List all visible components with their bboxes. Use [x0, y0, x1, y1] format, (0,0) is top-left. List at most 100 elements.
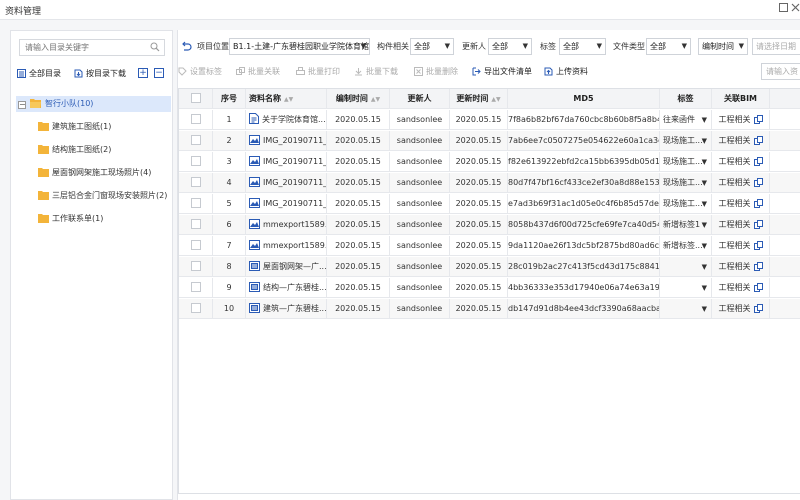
upload-button[interactable]: 上传资料: [544, 65, 588, 79]
cell-tag[interactable]: 新增标签1 ▼: [660, 215, 712, 235]
directory-search-input[interactable]: [20, 40, 140, 55]
table-row[interactable]: 8 屋面钢网架—广... 2020.05.15 sandsonlee 2020.05.1…: [179, 257, 800, 277]
row-checkbox[interactable]: [190, 282, 201, 292]
cell-name[interactable]: 结构—广东碧桂...: [246, 278, 327, 298]
table-row[interactable]: 5IMG_20190711_...2020.05.15sandsonlee202…: [179, 194, 800, 214]
select-all-checkbox[interactable]: [190, 93, 201, 103]
sort-field-select[interactable]: 编制时间 ▼: [698, 38, 748, 55]
cell-name[interactable]: IMG_20190711_...: [246, 173, 327, 193]
cell-md5: 80d7f47bf16cf433ce2ef30a8d88e153: [508, 173, 660, 193]
row-checkbox[interactable]: [190, 198, 201, 208]
cell-tag[interactable]: 现场施工... ▼: [660, 131, 712, 151]
cell-bim[interactable]: 工程相关: [712, 131, 770, 151]
row-checkbox[interactable]: [190, 219, 201, 229]
cell-bim[interactable]: 工程相关: [712, 257, 770, 277]
row-checkbox[interactable]: [190, 303, 201, 313]
table-row[interactable]: 3IMG_20190711_...2020.05.15sandsonlee202…: [179, 152, 800, 172]
link-icon[interactable]: [753, 301, 763, 319]
table-row[interactable]: 1 关于学院体育馆... 2020.05.15 sandsonlee 2020.05.1…: [179, 110, 800, 130]
directory-panel: 全部目录 按目录下载 + − − 智行小队(10) 建筑施工图纸(1) 结构施工图…: [10, 30, 173, 500]
row-checkbox[interactable]: [190, 177, 201, 187]
row-checkbox[interactable]: [190, 261, 201, 271]
tree-node[interactable]: 结构施工图纸(2): [38, 142, 111, 158]
cell-tag[interactable]: 现场施工... ▼: [660, 173, 712, 193]
cell-bim[interactable]: 工程相关: [712, 299, 770, 319]
cell-tag[interactable]: 新增标签... ▼: [660, 236, 712, 256]
cell-bim[interactable]: 工程相关: [712, 278, 770, 298]
batch-download-button[interactable]: 批量下载: [354, 65, 398, 79]
file-type-select[interactable]: 全部 ▼: [646, 38, 691, 55]
tree-node[interactable]: 屋面钢网架施工现场照片(4): [38, 165, 151, 181]
tree-node-root[interactable]: − 智行小队(10): [16, 96, 171, 112]
batch-delete-button[interactable]: 批量删除: [414, 65, 458, 79]
link-icon[interactable]: [753, 154, 763, 172]
cell-tag[interactable]: 现场施工... ▼: [660, 194, 712, 214]
header-updated[interactable]: 更新时间 ▲▼: [450, 89, 508, 109]
cell-tag[interactable]: 往来函件 ▼: [660, 110, 712, 130]
row-checkbox[interactable]: [190, 240, 201, 250]
cell-bim[interactable]: 工程相关: [712, 236, 770, 256]
cell-tag[interactable]: ▼: [660, 257, 712, 277]
link-icon[interactable]: [753, 259, 763, 277]
date-picker[interactable]: 请选择日期: [752, 38, 800, 55]
cell-bim[interactable]: 工程相关: [712, 110, 770, 130]
cell-bim[interactable]: 工程相关: [712, 215, 770, 235]
tag-select[interactable]: 全部 ▼: [559, 38, 606, 55]
row-checkbox[interactable]: [190, 114, 201, 124]
cell-tag[interactable]: ▼: [660, 278, 712, 298]
batch-link-button[interactable]: 批量关联: [236, 65, 280, 79]
all-directories-button[interactable]: 全部目录: [17, 67, 61, 81]
cell-updated: 2020.05.15: [450, 215, 508, 235]
cell-name[interactable]: 关于学院体育馆...: [246, 110, 327, 130]
cell-name[interactable]: IMG_20190711_...: [246, 194, 327, 214]
table-row[interactable]: 7 mmexport1589... 2020.05.15 sandsonlee 2020…: [179, 236, 800, 256]
cell-name[interactable]: 屋面钢网架—广...: [246, 257, 327, 277]
document-search-input[interactable]: 请输入资: [761, 63, 800, 80]
header-created[interactable]: 编制时间 ▲▼: [327, 89, 390, 109]
close-icon[interactable]: [790, 3, 800, 14]
header-name[interactable]: 资料名称 ▲▼: [246, 89, 327, 109]
cell-tag[interactable]: 现场施工... ▼: [660, 152, 712, 172]
expand-all-icon[interactable]: +: [138, 68, 148, 78]
table-row[interactable]: 4IMG_20190711_...2020.05.15sandsonlee202…: [179, 173, 800, 193]
tree-node[interactable]: 工作联系单(1): [38, 211, 103, 227]
download-by-directory-button[interactable]: 按目录下载: [74, 67, 126, 81]
row-checkbox[interactable]: [190, 156, 201, 166]
search-icon[interactable]: [150, 42, 160, 52]
link-icon[interactable]: [753, 196, 763, 214]
cell-name[interactable]: IMG_20190711_...: [246, 152, 327, 172]
collapse-toggle-icon[interactable]: −: [18, 101, 26, 109]
link-icon[interactable]: [753, 133, 763, 151]
cell-name[interactable]: mmexport1589...: [246, 215, 327, 235]
tree-node[interactable]: 建筑施工图纸(1): [38, 119, 111, 135]
link-icon[interactable]: [753, 217, 763, 235]
link-icon[interactable]: [753, 238, 763, 256]
link-icon[interactable]: [753, 175, 763, 193]
set-tag-button[interactable]: 设置标签: [178, 65, 222, 79]
cell-bim[interactable]: 工程相关: [712, 194, 770, 214]
all-directories-label: 全部目录: [29, 69, 61, 78]
component-select[interactable]: 全部 ▼: [410, 38, 454, 55]
link-icon[interactable]: [753, 112, 763, 130]
project-location-select[interactable]: B1.1-土建-广东碧桂园职业学院体育馆 ▼: [229, 38, 370, 55]
updater-select[interactable]: 全部 ▼: [488, 38, 532, 55]
cell-updated: 2020.05.15: [450, 236, 508, 256]
cell-bim[interactable]: 工程相关: [712, 152, 770, 172]
maximize-icon[interactable]: [778, 3, 789, 14]
back-icon[interactable]: [180, 40, 192, 52]
row-checkbox[interactable]: [190, 135, 201, 145]
tree-node[interactable]: 三层铝合金门窗现场安装照片(2): [38, 188, 167, 204]
link-icon[interactable]: [753, 280, 763, 298]
cell-name[interactable]: mmexport1589...: [246, 236, 327, 256]
cell-tag[interactable]: ▼: [660, 299, 712, 319]
cell-bim[interactable]: 工程相关: [712, 173, 770, 193]
table-row[interactable]: 10 建筑—广东碧桂... 2020.05.15 sandsonlee 2020.05.…: [179, 299, 800, 319]
table-row[interactable]: 9 结构—广东碧桂... 2020.05.15 sandsonlee 2020.05.1…: [179, 278, 800, 298]
table-row[interactable]: 6 mmexport1589... 2020.05.15 sandsonlee 2020…: [179, 215, 800, 235]
collapse-all-icon[interactable]: −: [154, 68, 164, 78]
export-list-button[interactable]: 导出文件清单: [472, 65, 532, 79]
cell-name[interactable]: IMG_20190711_...: [246, 131, 327, 151]
cell-name[interactable]: 建筑—广东碧桂...: [246, 299, 327, 319]
table-row[interactable]: 2IMG_20190711_...2020.05.15sandsonlee202…: [179, 131, 800, 151]
batch-print-button[interactable]: 批量打印: [296, 65, 340, 79]
